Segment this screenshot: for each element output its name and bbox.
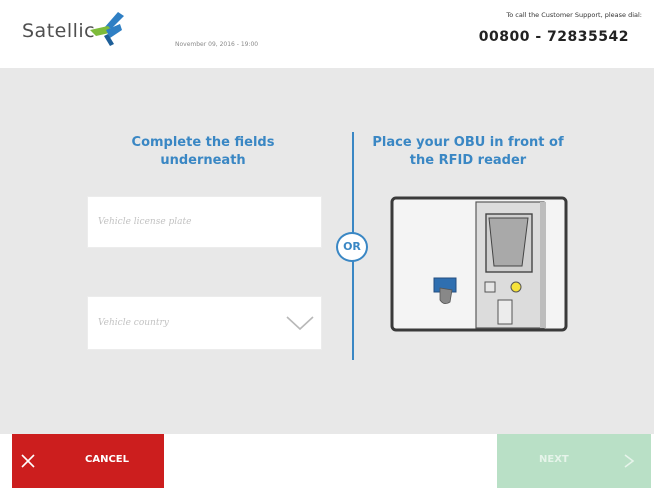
next-button[interactable]: NEXT (497, 434, 651, 488)
datetime: November 09, 2016 - 19:00 (175, 41, 259, 48)
chevron-down-icon[interactable] (285, 313, 315, 333)
kiosk-screen: Satellic November 09, 2016 - 19:00 To ca… (0, 0, 654, 488)
rfid-reader-illustration (390, 196, 568, 332)
divider-line-top (352, 132, 354, 234)
support-label: To call the Customer Support, please dia… (506, 11, 642, 19)
manual-entry-title: Complete the fields underneath (131, 135, 275, 168)
support-phone-number: 00800 - 72835542 (478, 29, 629, 45)
license-plate-input[interactable] (88, 197, 321, 247)
cancel-button[interactable]: CANCEL (12, 434, 164, 488)
close-icon (21, 454, 35, 468)
divider-line-bottom (352, 260, 354, 360)
logo: Satellic (22, 12, 124, 46)
footer: CANCEL NEXT (0, 434, 654, 488)
chevron-right-icon (624, 454, 635, 468)
next-label: NEXT (539, 454, 569, 465)
vehicle-country-select[interactable]: Vehicle country (87, 296, 322, 350)
cancel-label: CANCEL (85, 454, 129, 465)
vehicle-country-placeholder: Vehicle country (98, 318, 169, 328)
header: Satellic November 09, 2016 - 19:00 To ca… (0, 0, 654, 68)
license-plate-field[interactable] (87, 196, 322, 248)
satellic-bird-icon (90, 12, 124, 46)
main-panel: Complete the fields underneath Place you… (0, 68, 654, 434)
or-badge: OR (336, 232, 368, 262)
rfid-title: Place your OBU in front of the RFID read… (372, 135, 564, 168)
